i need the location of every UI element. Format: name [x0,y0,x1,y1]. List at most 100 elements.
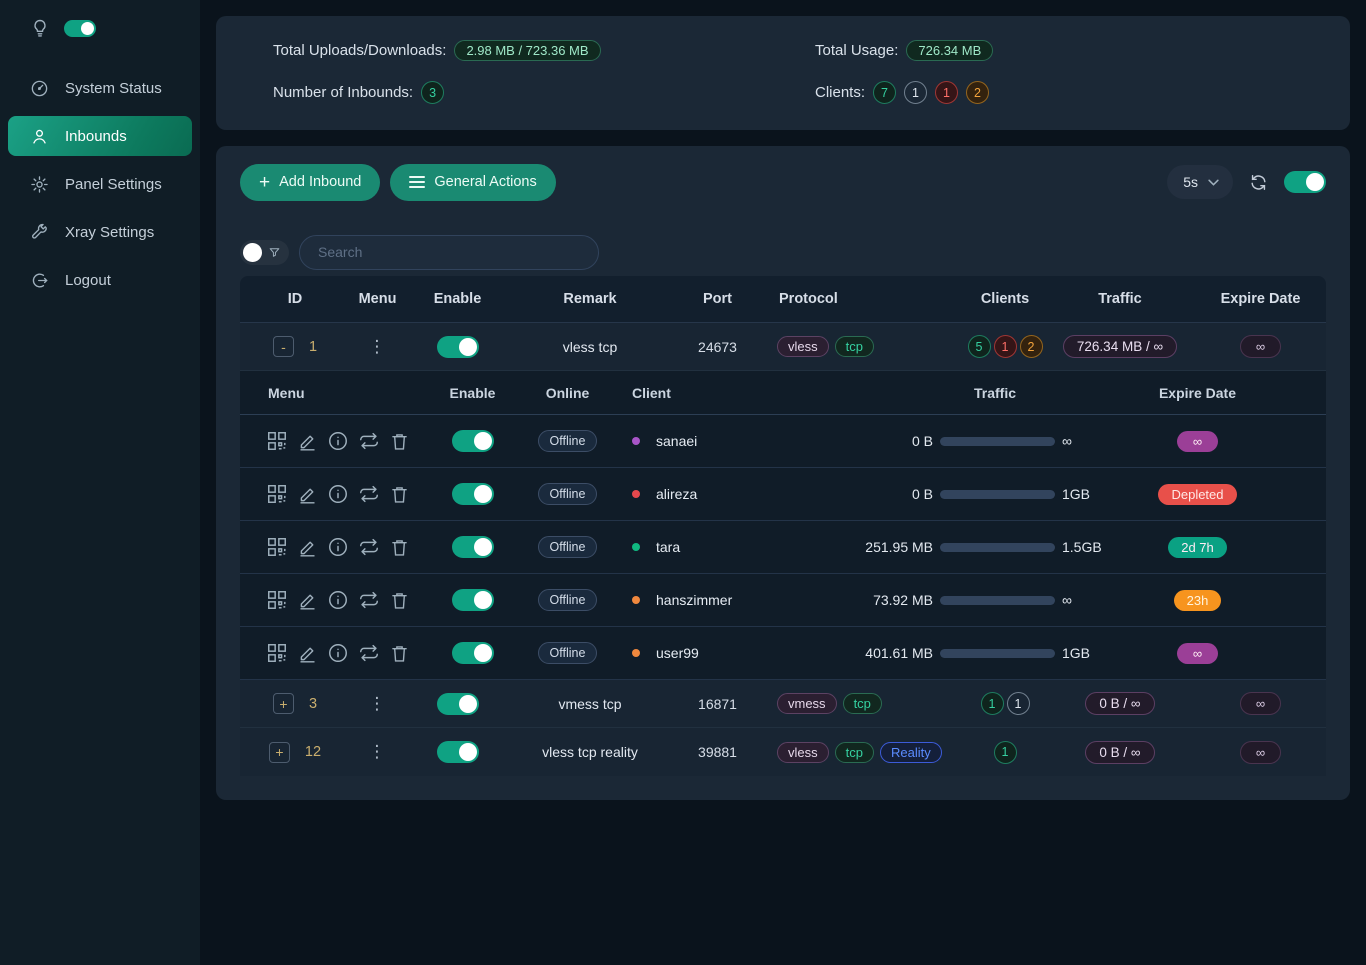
total-usage-label: Total Usage: [815,42,898,59]
traffic-bar [940,596,1055,605]
sidebar-item-label: Inbounds [65,128,127,145]
expand-row-button[interactable]: + [273,693,294,714]
delete-icon[interactable] [389,431,410,452]
inbound-port: 16871 [670,696,765,712]
delete-icon[interactable] [389,590,410,611]
row-menu-icon[interactable]: ⋮ [369,694,387,714]
header-port: Port [670,291,765,307]
refresh-interval-value: 5s [1183,174,1198,190]
reset-traffic-icon[interactable] [358,642,380,664]
protocol-badge: vless [777,742,829,763]
info-icon[interactable] [327,589,349,611]
sidebar-item-panel-settings[interactable]: Panel Settings [8,164,192,204]
qr-code-icon[interactable] [266,483,288,505]
client-enable-toggle[interactable] [452,430,494,452]
inbound-expire-badge: ∞ [1240,335,1281,358]
add-inbound-button[interactable]: + Add Inbound [240,164,380,201]
edit-icon[interactable] [297,484,318,505]
client-name: sanaei [656,433,697,449]
inbound-id: 12 [305,744,321,760]
refresh-interval-select[interactable]: 5s [1167,165,1233,199]
funnel-icon [268,246,281,259]
traffic-limit: ∞ [1055,433,1125,449]
client-enable-toggle[interactable] [452,642,494,664]
client-row-hanszimmer: Offline hanszimmer 73.92 MB ∞ 23h [240,574,1326,627]
inbound-enable-toggle[interactable] [437,693,479,715]
filter-toggle[interactable] [240,240,289,265]
sidebar-item-xray-settings[interactable]: Xray Settings [8,212,192,252]
delete-icon[interactable] [389,643,410,664]
reset-traffic-icon[interactable] [358,589,380,611]
header-clients: Clients [965,291,1045,307]
client-name: hanszimmer [656,592,732,608]
inbound-expire-badge: ∞ [1240,741,1281,764]
reset-traffic-icon[interactable] [358,536,380,558]
inbounds-card: + Add Inbound General Actions 5s [216,146,1350,800]
sidebar-item-label: System Status [65,80,162,97]
expand-row-button[interactable]: + [269,742,290,763]
online-status-badge: Offline [538,483,598,505]
clients-table-header: Menu Enable Online Client Traffic Expire… [240,371,1326,415]
sidebar-item-label: Xray Settings [65,224,154,241]
client-row-sanaei: Offline sanaei 0 B ∞ ∞ [240,415,1326,468]
theme-toggle[interactable] [64,20,96,37]
general-actions-button[interactable]: General Actions [390,164,555,201]
inbound-enable-toggle[interactable] [437,741,479,763]
sidebar-item-label: Logout [65,272,111,289]
info-icon[interactable] [327,642,349,664]
delete-icon[interactable] [389,484,410,505]
info-icon[interactable] [327,483,349,505]
reset-traffic-icon[interactable] [358,483,380,505]
clients-count-active: 7 [873,81,896,104]
client-row-tara: Offline tara 251.95 MB 1.5GB 2d 7h [240,521,1326,574]
traffic-bar [940,490,1055,499]
sidebar-item-label: Panel Settings [65,176,162,193]
client-enable-toggle[interactable] [452,589,494,611]
qr-code-icon[interactable] [266,589,288,611]
client-enable-toggle[interactable] [452,483,494,505]
sidebar: System Status Inbounds Panel Settings [0,0,200,965]
delete-icon[interactable] [389,537,410,558]
edit-icon[interactable] [297,590,318,611]
sidebar-item-inbounds[interactable]: Inbounds [8,116,192,156]
qr-code-icon[interactable] [266,536,288,558]
traffic-limit: 1.5GB [1055,539,1125,555]
subheader-online: Online [520,385,615,401]
row-menu-icon[interactable]: ⋮ [369,742,387,762]
info-icon[interactable] [327,536,349,558]
client-row-user99: Offline user99 401.61 MB 1GB ∞ [240,627,1326,680]
main-content: Total Uploads/Downloads: 2.98 MB / 723.3… [200,0,1366,965]
auto-refresh-toggle[interactable] [1284,171,1326,193]
clients-label: Clients: [815,84,865,101]
edit-icon[interactable] [297,643,318,664]
qr-code-icon[interactable] [266,642,288,664]
inbound-id: 3 [309,696,317,712]
inbound-traffic-badge: 0 B / ∞ [1085,692,1154,715]
menu-lines-icon [409,175,425,189]
protocol-badge: tcp [843,693,882,714]
reset-traffic-icon[interactable] [358,430,380,452]
online-status-badge: Offline [538,642,598,664]
client-count-badge: 1 [994,741,1017,764]
search-input[interactable] [299,235,599,270]
edit-icon[interactable] [297,431,318,452]
plus-icon: + [259,173,270,192]
protocol-badge: tcp [835,742,874,763]
refresh-icon[interactable] [1249,173,1268,192]
edit-icon[interactable] [297,537,318,558]
inbound-enable-toggle[interactable] [437,336,479,358]
info-icon[interactable] [327,430,349,452]
traffic-used: 0 B [865,486,940,502]
sidebar-item-system-status[interactable]: System Status [8,68,192,108]
clients-count-depleted: 1 [935,81,958,104]
header-protocol: Protocol [765,291,965,307]
protocol-badge: vless [777,336,829,357]
collapse-row-button[interactable]: - [273,336,294,357]
client-status-dot [632,490,640,498]
client-enable-toggle[interactable] [452,536,494,558]
sidebar-item-logout[interactable]: Logout [8,260,192,300]
app-root: System Status Inbounds Panel Settings [0,0,1366,965]
row-menu-icon[interactable]: ⋮ [369,337,387,357]
total-uploads-downloads-value: 2.98 MB / 723.36 MB [454,40,600,61]
qr-code-icon[interactable] [266,430,288,452]
